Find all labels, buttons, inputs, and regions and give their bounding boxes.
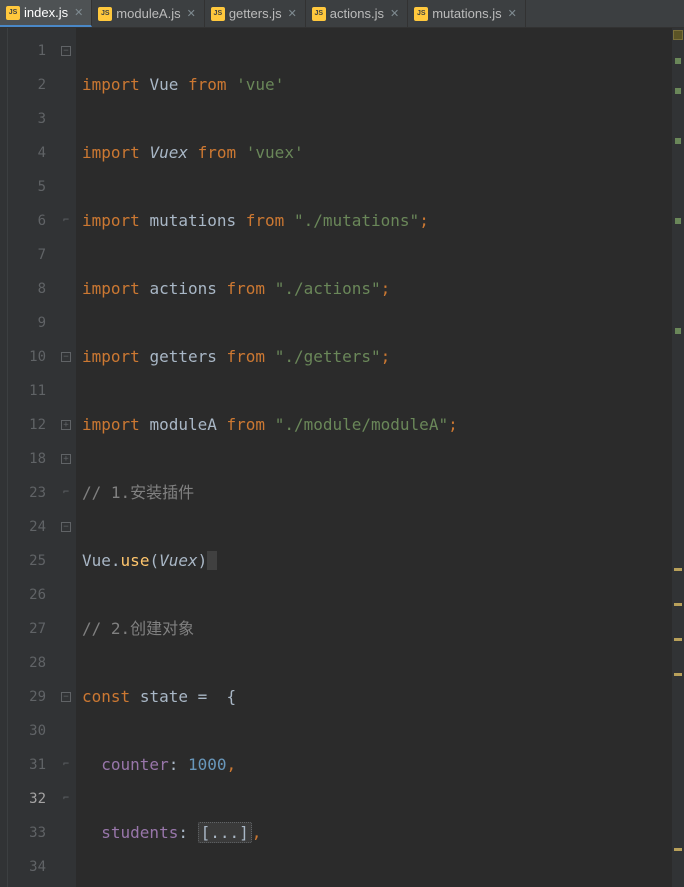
fold-end-icon[interactable]: ⌐ bbox=[63, 215, 69, 226]
line-number: 29 bbox=[8, 680, 46, 714]
line-number: 3 bbox=[8, 102, 46, 136]
code-line: import mutations from "./mutations"; bbox=[82, 204, 672, 238]
line-number: 33 bbox=[8, 816, 46, 850]
line-number: 10 bbox=[8, 340, 46, 374]
line-number: 18 bbox=[8, 442, 46, 476]
js-file-icon: JS bbox=[312, 7, 326, 21]
code-line: import moduleA from "./module/moduleA"; bbox=[82, 408, 672, 442]
line-number: 26 bbox=[8, 578, 46, 612]
tab-label: moduleA.js bbox=[116, 6, 180, 21]
code-line: import getters from "./getters"; bbox=[82, 340, 672, 374]
line-number: 4 bbox=[8, 136, 46, 170]
line-number: 9 bbox=[8, 306, 46, 340]
line-number: 1 bbox=[8, 34, 46, 68]
annotation-stripe[interactable] bbox=[672, 28, 684, 887]
warning-marker-icon[interactable] bbox=[674, 848, 682, 851]
fold-end-icon[interactable]: ⌐ bbox=[63, 759, 69, 770]
warning-marker-icon[interactable] bbox=[674, 673, 682, 676]
code-content[interactable]: import Vue from 'vue' import Vuex from '… bbox=[76, 28, 672, 887]
close-icon[interactable]: ✕ bbox=[288, 7, 297, 20]
line-number: 8 bbox=[8, 272, 46, 306]
fold-plus-icon[interactable]: + bbox=[61, 454, 71, 464]
warning-marker-icon[interactable] bbox=[674, 568, 682, 571]
line-number: 28 bbox=[8, 646, 46, 680]
tab-mutations-js[interactable]: JS mutations.js ✕ bbox=[408, 0, 526, 27]
left-margin bbox=[0, 28, 8, 887]
close-icon[interactable]: ✕ bbox=[187, 7, 196, 20]
code-line: students: [...], bbox=[82, 816, 672, 850]
code-line: counter: 1000, bbox=[82, 748, 672, 782]
tab-label: getters.js bbox=[229, 6, 282, 21]
line-number: 23 bbox=[8, 476, 46, 510]
fold-plus-icon[interactable]: + bbox=[61, 420, 71, 430]
warning-marker-icon[interactable] bbox=[674, 638, 682, 641]
code-line: Vue.use(Vuex) bbox=[82, 544, 672, 578]
fold-end-icon[interactable]: ⌐ bbox=[63, 793, 69, 804]
warning-marker-icon[interactable] bbox=[674, 603, 682, 606]
line-number: 30 bbox=[8, 714, 46, 748]
code-line: // 1.安装插件 bbox=[82, 476, 672, 510]
fold-minus-icon[interactable]: − bbox=[61, 352, 71, 362]
tab-label: actions.js bbox=[330, 6, 384, 21]
line-number: 24 bbox=[8, 510, 46, 544]
fold-end-icon[interactable]: ⌐ bbox=[63, 487, 69, 498]
js-file-icon: JS bbox=[98, 7, 112, 21]
tab-getters-js[interactable]: JS getters.js ✕ bbox=[205, 0, 306, 27]
change-marker-icon[interactable] bbox=[675, 328, 681, 334]
change-marker-icon[interactable] bbox=[675, 88, 681, 94]
code-line: // 2.创建对象 bbox=[82, 612, 672, 646]
editor: 1 2 3 4 5 6 7 8 9 10 11 12 18 23 24 25 2… bbox=[0, 28, 684, 887]
code-line: import Vue from 'vue' bbox=[82, 68, 672, 102]
tab-moduleA-js[interactable]: JS moduleA.js ✕ bbox=[92, 0, 205, 27]
js-file-icon: JS bbox=[211, 7, 225, 21]
code-line: import actions from "./actions"; bbox=[82, 272, 672, 306]
tab-label: index.js bbox=[24, 5, 68, 20]
line-number: 25 bbox=[8, 544, 46, 578]
js-file-icon: JS bbox=[414, 7, 428, 21]
line-number: 7 bbox=[8, 238, 46, 272]
code-line: const state = { bbox=[82, 680, 672, 714]
fold-minus-icon[interactable]: − bbox=[61, 522, 71, 532]
line-number-gutter[interactable]: 1 2 3 4 5 6 7 8 9 10 11 12 18 23 24 25 2… bbox=[8, 28, 56, 887]
tab-label: mutations.js bbox=[432, 6, 501, 21]
line-number: 27 bbox=[8, 612, 46, 646]
line-number: 12 bbox=[8, 408, 46, 442]
close-icon[interactable]: ✕ bbox=[390, 7, 399, 20]
line-number: 2 bbox=[8, 68, 46, 102]
js-file-icon: JS bbox=[6, 6, 20, 20]
tab-index-js[interactable]: JS index.js ✕ bbox=[0, 0, 92, 27]
fold-column: − ⌐ − + + ⌐ − − ⌐ ⌐ bbox=[56, 28, 76, 887]
line-number-current: 32 bbox=[8, 782, 46, 816]
line-number: 11 bbox=[8, 374, 46, 408]
fold-minus-icon[interactable]: − bbox=[61, 46, 71, 56]
line-number: 34 bbox=[8, 850, 46, 884]
fold-minus-icon[interactable]: − bbox=[61, 692, 71, 702]
change-marker-icon[interactable] bbox=[675, 138, 681, 144]
code-line: import Vuex from 'vuex' bbox=[82, 136, 672, 170]
change-marker-icon[interactable] bbox=[675, 218, 681, 224]
close-icon[interactable]: ✕ bbox=[74, 6, 83, 19]
line-number: 6 bbox=[8, 204, 46, 238]
line-number: 5 bbox=[8, 170, 46, 204]
tab-actions-js[interactable]: JS actions.js ✕ bbox=[306, 0, 408, 27]
tab-bar: JS index.js ✕ JS moduleA.js ✕ JS getters… bbox=[0, 0, 684, 28]
close-icon[interactable]: ✕ bbox=[508, 7, 517, 20]
change-marker-icon[interactable] bbox=[675, 58, 681, 64]
inspection-status-icon[interactable] bbox=[673, 30, 683, 40]
line-number: 31 bbox=[8, 748, 46, 782]
